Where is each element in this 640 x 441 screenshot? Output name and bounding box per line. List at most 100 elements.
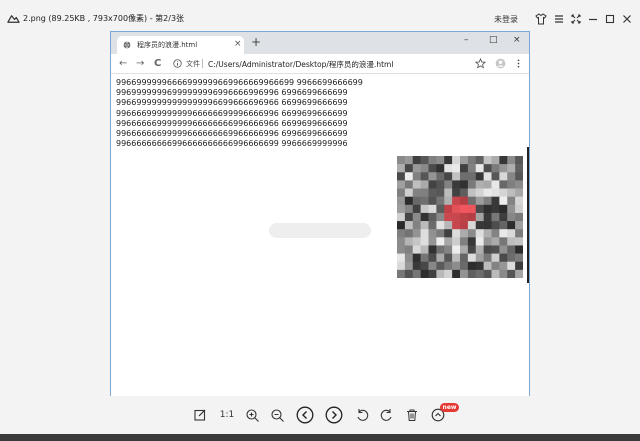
mosaic-cell [499, 269, 508, 278]
mosaic-cell [483, 253, 492, 263]
mosaic-cell [412, 237, 421, 246]
mosaic-cell [460, 261, 469, 271]
mosaic-cell [499, 156, 508, 165]
shirt-icon[interactable] [535, 13, 547, 25]
mosaic-cell [444, 229, 453, 238]
rotate-left-icon[interactable] [354, 407, 370, 423]
mosaic-cell [412, 245, 421, 254]
mosaic-cell [397, 245, 406, 254]
mosaic-cell [444, 269, 453, 278]
rotate-right-icon[interactable] [379, 407, 395, 423]
mosaic-cell [507, 261, 516, 271]
mosaic-cell [499, 188, 508, 197]
mosaic-cell [397, 196, 406, 206]
mosaic-cell [460, 172, 469, 181]
star-icon[interactable] [475, 58, 486, 69]
back-button[interactable]: ← [119, 58, 127, 69]
mosaic-cell [467, 253, 477, 263]
mosaic-cell [412, 196, 421, 206]
mosaic-cell [515, 253, 523, 263]
previous-icon[interactable] [296, 406, 314, 424]
tab-close-button[interactable]: × [234, 39, 242, 49]
login-link[interactable]: 未登录 [494, 14, 518, 25]
mosaic-cell [499, 229, 508, 238]
mosaic-cell [444, 188, 453, 197]
digit-line: 99669999999999999996699666696966 6699699… [116, 98, 348, 108]
mosaic-cell [444, 253, 453, 263]
mosaic-cell [475, 156, 484, 165]
mosaic-cell [491, 253, 500, 263]
mosaic-cell [397, 172, 406, 181]
mosaic-cell [428, 261, 437, 271]
forward-button[interactable]: → [136, 58, 144, 69]
mosaic-cell [515, 245, 523, 254]
mosaic-cell [475, 164, 484, 173]
browser-minimize-button[interactable]: – [464, 35, 469, 45]
mosaic-cell [499, 253, 508, 263]
mosaic-cell [412, 253, 421, 263]
maximize-icon[interactable] [604, 13, 616, 25]
mosaic-cell [499, 237, 508, 246]
viewer-logo-icon [7, 15, 20, 23]
mosaic-cell [499, 196, 508, 206]
mosaic-cell [420, 237, 429, 246]
delete-icon[interactable] [404, 407, 420, 423]
mosaic-cell [412, 221, 421, 230]
ratio-button[interactable]: 1:1 [218, 407, 236, 423]
mosaic-cell [491, 269, 500, 278]
digit-line: 99666699999999966666699996666996 6699699… [116, 108, 348, 118]
mosaic-cell [452, 204, 461, 214]
mosaic-cell [515, 269, 523, 278]
new-tab-button[interactable]: + [251, 35, 261, 49]
mosaic-cell [499, 172, 508, 181]
mosaic-cell [491, 156, 500, 165]
menu-icon[interactable] [553, 13, 565, 25]
mosaic-cell [483, 269, 492, 278]
mosaic-cell [491, 172, 500, 181]
url-bar[interactable]: C:/Users/Administrator/Desktop/程序员的浪漫.ht… [208, 59, 393, 70]
account-icon[interactable] [495, 58, 506, 69]
viewer-title: 2.png (89.25KB , 793x700像素) - 第2/3张 [23, 14, 185, 23]
zoom-in-icon[interactable] [244, 407, 260, 423]
mosaic-cell [452, 261, 461, 271]
kebab-menu-icon[interactable] [513, 58, 524, 69]
mosaic-cell [436, 229, 445, 238]
next-icon[interactable] [325, 406, 343, 424]
edit-icon[interactable] [192, 407, 208, 423]
mosaic-cell [412, 261, 421, 271]
close-icon[interactable] [621, 13, 633, 25]
mosaic-cell [515, 261, 523, 271]
mosaic-cell [436, 212, 445, 222]
mosaic-cell [475, 269, 484, 278]
mosaic-cell [420, 172, 429, 181]
mosaic-cell [428, 204, 437, 214]
mosaic-cell [412, 164, 421, 173]
address-separator [202, 59, 203, 68]
mosaic-cell [515, 229, 523, 238]
mosaic-cell [452, 269, 461, 278]
browser-maximize-button[interactable]: □ [489, 35, 498, 45]
mosaic-cell [444, 212, 453, 222]
mosaic-cell [436, 156, 445, 165]
mosaic-cell [507, 188, 516, 197]
browser-tab[interactable]: 程序员的浪漫.html × [117, 36, 244, 54]
browser-address-row: ← → C 文件 C:/Users/Administrator/Desktop/… [111, 54, 529, 74]
mosaic-cell [483, 212, 492, 222]
mosaic-cell [420, 196, 429, 206]
mosaic-cell [483, 172, 492, 181]
mosaic-cell [428, 237, 437, 246]
mosaic-cell [452, 229, 461, 238]
mosaic-cell [452, 172, 461, 181]
browser-close-button[interactable]: × [513, 35, 521, 45]
mosaic-cell [475, 221, 484, 230]
browser-tabstrip: 程序员的浪漫.html × + – □ × [111, 32, 529, 54]
minimize-icon[interactable] [587, 13, 599, 25]
info-icon[interactable] [173, 59, 182, 68]
fullscreen-icon[interactable] [570, 13, 582, 25]
mosaic-cell [475, 237, 484, 246]
reload-button[interactable]: C [154, 58, 161, 69]
mosaic-cell [460, 196, 469, 206]
mosaic-cell [467, 172, 477, 181]
mosaic-cell [491, 229, 500, 238]
zoom-out-icon[interactable] [269, 407, 285, 423]
